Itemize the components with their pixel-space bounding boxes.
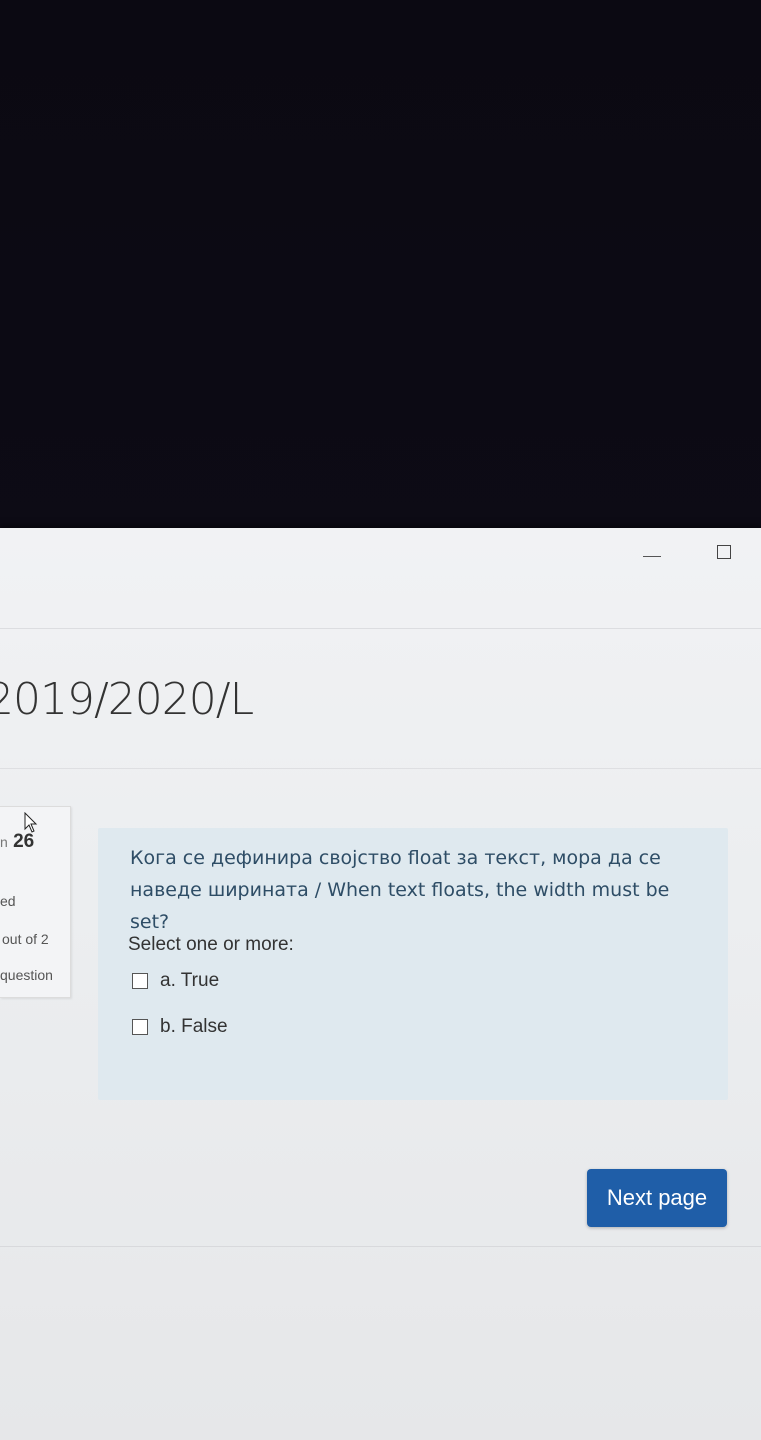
title-divider [0,768,761,769]
footer-divider [0,1246,761,1247]
question-number-prefix: n [0,834,8,850]
question-number: n 26 [0,831,34,853]
question-number-value: 26 [13,831,35,852]
course-title: 2019/2020/L [0,674,254,725]
answer-a-label: a. True [160,970,220,991]
mouse-cursor-icon [24,812,38,833]
photo-frame: 2019/2020/L n 26 ed out of 2 question Ко… [0,0,761,1440]
question-info-panel: n 26 ed out of 2 question [0,806,71,998]
answer-b-checkbox[interactable] [132,1019,148,1035]
answer-b-label: b. False [160,1016,228,1037]
answer-a-checkbox[interactable] [132,973,148,989]
answer-option-b[interactable]: b. False [132,1016,228,1038]
maximize-icon[interactable] [717,545,731,559]
browser-window: 2019/2020/L n 26 ed out of 2 question Ко… [0,528,761,1440]
question-text: Кога се дефинира својство float за текст… [130,847,670,933]
answer-prompt: Select one or more: [128,934,294,955]
minimize-icon[interactable] [643,555,661,557]
next-page-button[interactable]: Next page [587,1169,727,1227]
flag-question-link[interactable]: question [0,967,53,983]
header-divider [0,628,761,629]
question-mark: out of 2 [2,931,49,947]
window-controls [643,540,731,564]
question-state: ed [0,893,16,909]
question-content: Кога се дефинира својство float за текст… [98,828,728,1100]
answer-option-a[interactable]: a. True [132,970,219,992]
